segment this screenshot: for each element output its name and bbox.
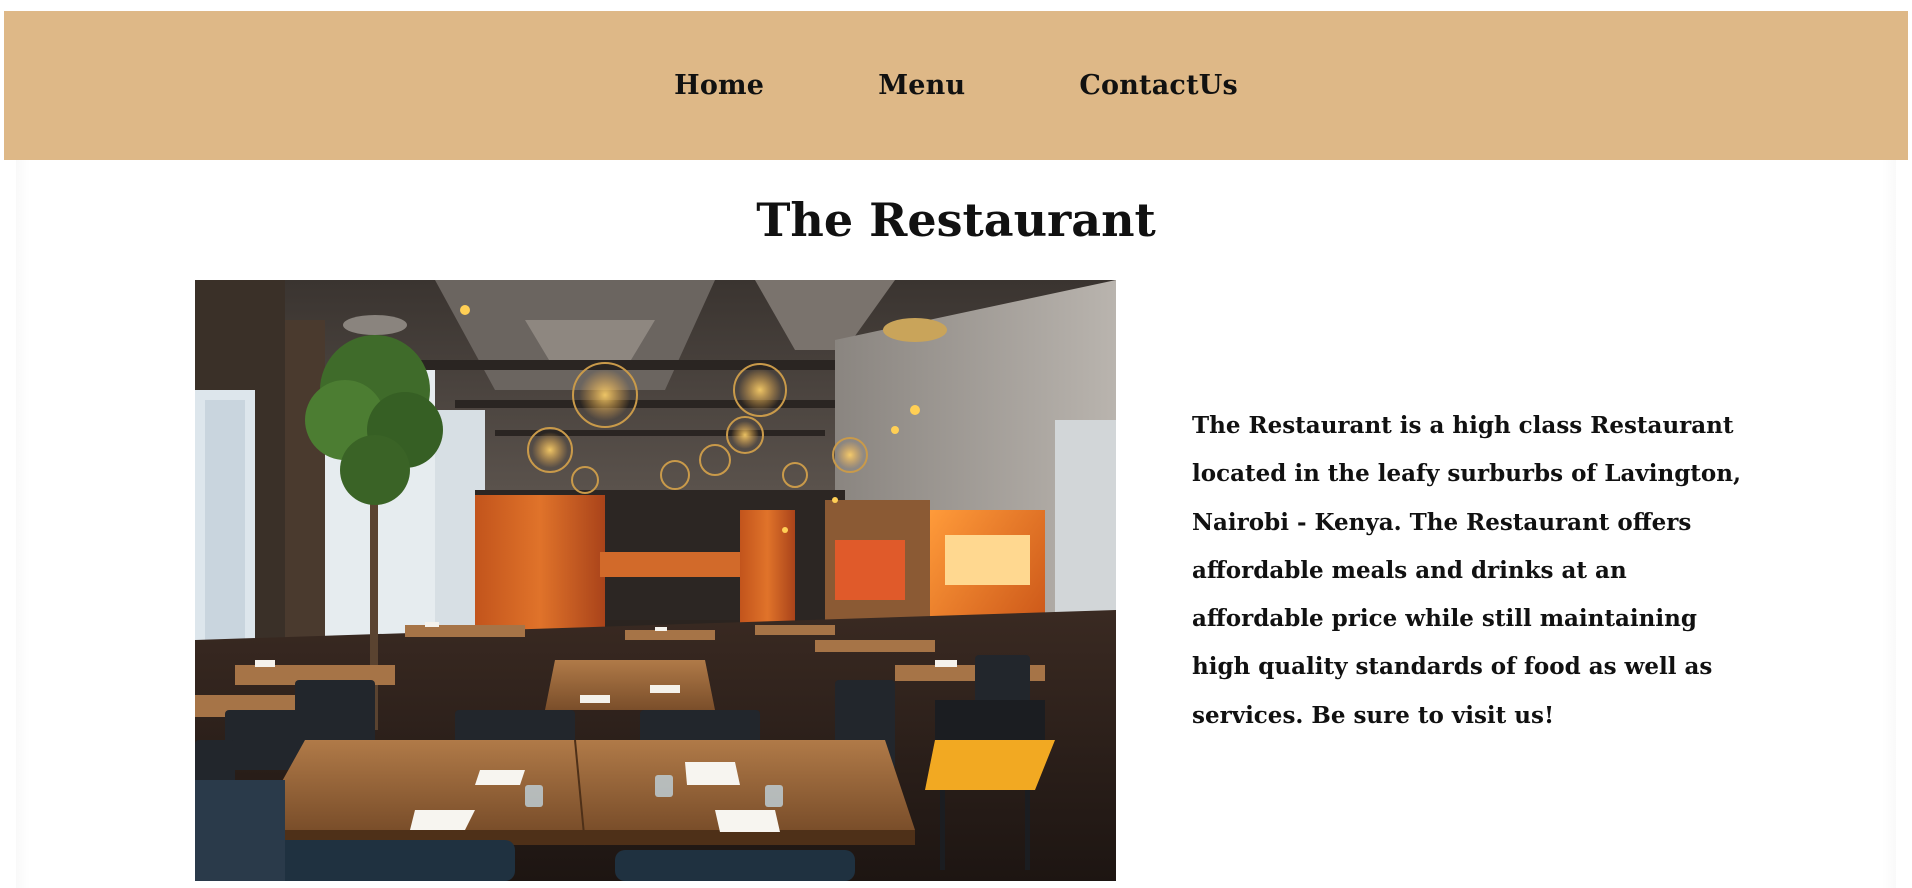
nav-link-home[interactable]: Home <box>674 70 764 101</box>
restaurant-description: The Restaurant is a high class Restauran… <box>1192 412 1741 729</box>
page-title: The Restaurant <box>756 193 1156 247</box>
nav-link-menu[interactable]: Menu <box>878 70 965 101</box>
nav-link-contact-us[interactable]: ContactUs <box>1079 70 1238 101</box>
left-shadow <box>16 160 30 888</box>
right-shadow <box>1882 160 1896 888</box>
restaurant-photo <box>195 280 1116 881</box>
page: Home Menu ContactUs The Restaurant The R… <box>0 0 1912 888</box>
top-navbar: Home Menu ContactUs <box>4 11 1908 160</box>
